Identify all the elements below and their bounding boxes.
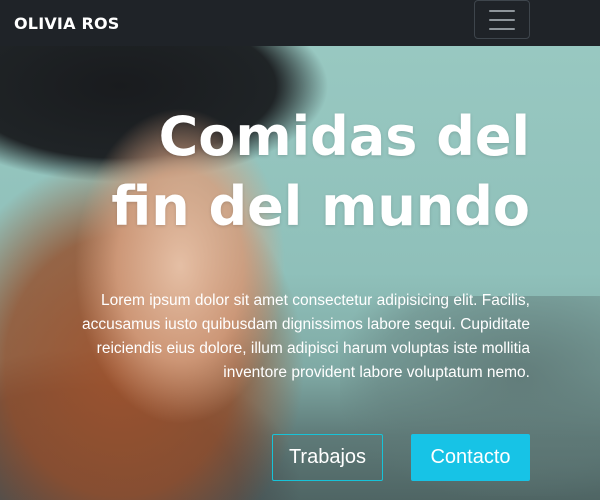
hero-section: Comidas del fin del mundo Lorem ipsum do… (0, 46, 600, 500)
hamburger-menu-icon (489, 9, 515, 12)
hamburger-menu-icon-bar (489, 18, 515, 21)
trabajos-button[interactable]: Trabajos (272, 434, 383, 481)
hamburger-menu-button[interactable] (474, 0, 530, 39)
hamburger-menu-icon-bar (489, 27, 515, 30)
brand-logo-link[interactable]: OLIVIA ROS (14, 14, 119, 33)
hero-lead-text: Lorem ipsum dolor sit amet consectetur a… (81, 292, 530, 381)
contacto-button[interactable]: Contacto (411, 434, 530, 481)
navbar: OLIVIA ROS (0, 0, 600, 46)
hero-title: Comidas del fin del mundo (111, 105, 530, 238)
